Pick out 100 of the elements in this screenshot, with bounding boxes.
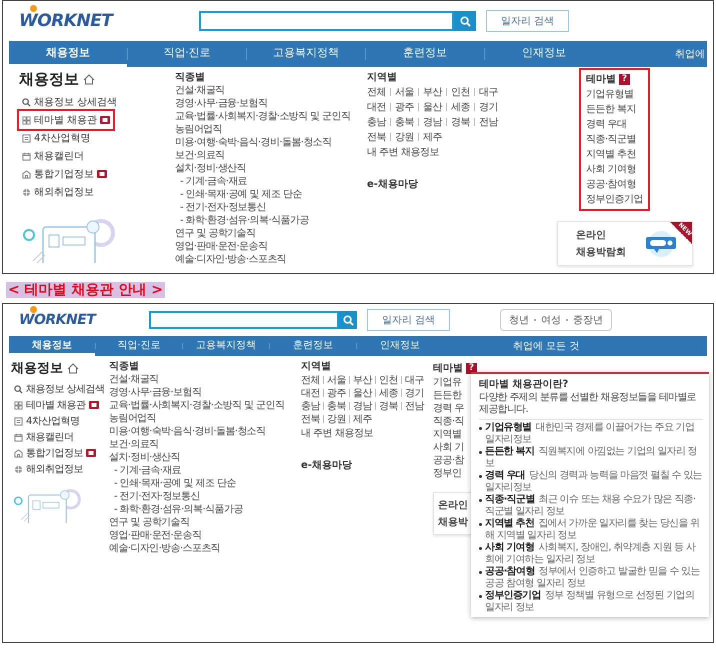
sidebar-item[interactable]: 통합기업정보: [19, 165, 110, 183]
theme-link[interactable]: 직종·직: [433, 414, 464, 427]
nearby-link[interactable]: 내 주변 채용정보: [367, 144, 439, 159]
logo[interactable]: WORKNET: [19, 312, 96, 328]
job-category-link[interactable]: 교육·법률·사회복지·경찰·소방직 및 군인직: [175, 110, 350, 123]
region-link[interactable]: 대구: [405, 372, 424, 386]
job-fair-link[interactable]: e-채용마당: [301, 458, 352, 472]
nav-link[interactable]: 취업에 모든 것: [513, 336, 582, 356]
job-category-link[interactable]: - 기계·금속·재료: [109, 464, 182, 477]
sidebar-item[interactable]: 채용캘린더: [11, 429, 76, 445]
job-category-link[interactable]: 경영·사무·금융·보험직: [109, 386, 202, 399]
job-category-link[interactable]: - 기계·금속·재료: [175, 175, 248, 188]
sidebar-item[interactable]: 해외취업정보: [11, 461, 86, 477]
nearby-link[interactable]: 내 주변 채용정보: [301, 425, 373, 440]
sidebar-item[interactable]: 4차산업혁명: [19, 129, 94, 147]
region-link[interactable]: 제주: [353, 412, 372, 426]
search-button[interactable]: [339, 311, 357, 329]
theme-link[interactable]: 공공·참: [433, 453, 464, 466]
job-category-link[interactable]: 보건·의료직: [175, 149, 225, 162]
region-link[interactable]: 경북: [379, 398, 398, 412]
job-category-link[interactable]: 연구 및 공학기술직: [175, 227, 256, 240]
sidebar-item[interactable]: 채용캘린더: [19, 147, 87, 165]
region-link[interactable]: 경기: [405, 386, 424, 400]
audience-link[interactable]: 중장년: [573, 313, 604, 327]
theme-link[interactable]: 지역별: [433, 427, 462, 440]
region-link[interactable]: 울산: [423, 100, 442, 114]
job-category-link[interactable]: 영업·판매·운전·운송직: [175, 240, 268, 253]
theme-link[interactable]: 기업유형별: [586, 86, 634, 101]
theme-link[interactable]: 지역별 추천: [586, 146, 636, 161]
region-link[interactable]: 인천: [379, 372, 398, 386]
job-category-link[interactable]: - 화학·환경·섬유·의복·식품가공: [109, 503, 243, 516]
theme-link[interactable]: 사회 기여형: [586, 161, 636, 176]
region-link[interactable]: 부산: [353, 372, 372, 386]
nav-tab[interactable]: 고용복지정책: [183, 336, 269, 356]
region-link[interactable]: 광주: [395, 100, 414, 114]
theme-link[interactable]: 경력 우: [433, 401, 464, 414]
job-category-link[interactable]: 설치·정비·생산직: [175, 162, 246, 175]
job-category-link[interactable]: - 인쇄·목재·공예 및 제조 단순: [175, 188, 302, 201]
region-link[interactable]: 강원: [395, 130, 414, 144]
audience-link[interactable]: 청년: [509, 313, 530, 327]
job-category-link[interactable]: 경영·사무·금융·보험직: [175, 97, 268, 110]
job-category-link[interactable]: 영업·판매·운전·운송직: [109, 529, 202, 542]
job-category-link[interactable]: 보건·의료직: [109, 438, 159, 451]
region-link[interactable]: 전남: [405, 398, 424, 412]
sidebar-item[interactable]: 테마별 채용관: [11, 397, 102, 413]
nav-tab[interactable]: 직업·진로: [128, 41, 246, 67]
region-link[interactable]: 전남: [479, 114, 498, 128]
theme-link[interactable]: 경력 우대: [586, 116, 627, 131]
nav-tab[interactable]: 직업·진로: [96, 336, 182, 356]
region-link[interactable]: 대전: [367, 100, 386, 114]
job-category-link[interactable]: 설치·정비·생산직: [109, 451, 180, 464]
help-button[interactable]: ?: [619, 74, 630, 84]
region-link[interactable]: 광주: [327, 386, 346, 400]
help-button[interactable]: ?: [466, 362, 477, 374]
sidebar-item[interactable]: 해외취업정보: [19, 183, 97, 201]
region-link[interactable]: 경남: [353, 398, 372, 412]
region-link[interactable]: 충남: [301, 398, 320, 412]
region-link[interactable]: 전체: [301, 372, 320, 386]
sidebar-item[interactable]: 통합기업정보: [11, 445, 99, 461]
job-category-link[interactable]: - 전기·전자·정보통신: [109, 490, 200, 503]
theme-link[interactable]: 사회 기: [433, 440, 464, 453]
sidebar-item[interactable]: 채용정보 상세검색: [11, 381, 108, 397]
region-link[interactable]: 경기: [479, 100, 498, 114]
region-link[interactable]: 충남: [367, 114, 386, 128]
search-button[interactable]: [454, 11, 476, 31]
job-category-link[interactable]: 미용·여행·숙박·음식·경비·돌봄·청소직: [175, 136, 332, 149]
region-link[interactable]: 충북: [395, 114, 414, 128]
sidebar-item[interactable]: 4차산업혁명: [11, 413, 82, 429]
region-link[interactable]: 세종: [451, 100, 470, 114]
region-link[interactable]: 전북: [367, 130, 386, 144]
region-link[interactable]: 대전: [301, 386, 320, 400]
theme-link[interactable]: 든든한: [433, 388, 462, 401]
audience-link[interactable]: 여성: [541, 313, 562, 327]
region-link[interactable]: 세종: [379, 386, 398, 400]
job-category-link[interactable]: - 인쇄·목재·공예 및 제조 단순: [109, 477, 236, 490]
nav-tab[interactable]: 훈련정보: [366, 41, 484, 67]
region-link[interactable]: 부산: [423, 84, 442, 98]
nav-tab[interactable]: 채용정보: [9, 336, 95, 356]
sidebar-item[interactable]: 테마별 채용관: [19, 111, 114, 129]
nav-link[interactable]: 취업에: [675, 41, 707, 67]
sidebar-item[interactable]: 채용정보 상세검색: [19, 93, 120, 111]
nav-tab[interactable]: 인재정보: [485, 41, 603, 67]
nav-tab[interactable]: 인재정보: [357, 336, 443, 356]
job-category-link[interactable]: 연구 및 공학기술직: [109, 516, 190, 529]
home-icon[interactable]: [67, 362, 79, 374]
job-category-link[interactable]: - 화학·환경·섬유·의복·식품가공: [175, 214, 309, 227]
search-field[interactable]: [199, 11, 454, 31]
theme-link[interactable]: 정부인: [433, 466, 462, 479]
region-link[interactable]: 대구: [479, 84, 498, 98]
job-category-link[interactable]: 건설·채굴직: [109, 373, 159, 386]
job-category-link[interactable]: - 전기·전자·정보통신: [175, 201, 266, 214]
region-link[interactable]: 서울: [395, 84, 414, 98]
region-link[interactable]: 경남: [423, 114, 442, 128]
job-category-link[interactable]: 건설·채굴직: [175, 84, 225, 97]
region-link[interactable]: 제주: [423, 130, 442, 144]
region-link[interactable]: 전체: [367, 84, 386, 98]
logo[interactable]: WORKNET: [19, 11, 112, 31]
region-link[interactable]: 경북: [451, 114, 470, 128]
theme-link[interactable]: 정부인증기업: [586, 191, 643, 206]
job-category-link[interactable]: 예술·디자인·방송·스포츠직: [175, 253, 286, 266]
